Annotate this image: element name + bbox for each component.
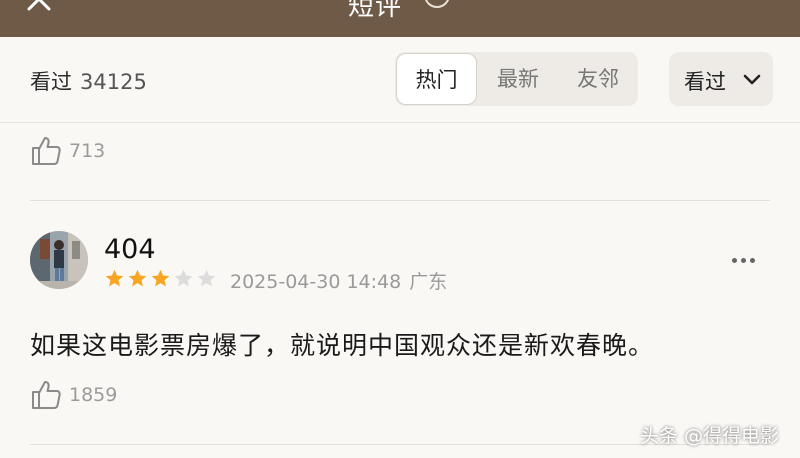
star-filled-icon [105, 269, 124, 287]
star-empty-icon [197, 269, 216, 287]
thumbs-up-icon [32, 381, 61, 409]
more-dot-icon [732, 258, 737, 263]
tab-friends[interactable]: 友邻 [563, 52, 633, 106]
more-dot-icon [750, 258, 755, 263]
comment-meta: 2025-04-30 14:48 广东 [230, 267, 447, 294]
star-empty-icon [174, 269, 193, 287]
rating-stars [104, 268, 219, 289]
like-button[interactable]: 713 [30, 134, 105, 167]
watched-label: 看过 [30, 70, 72, 94]
watched-number: 34125 [80, 70, 147, 94]
dropdown-label: 看过 [684, 70, 726, 94]
like-count: 713 [69, 139, 106, 162]
back-arrow-icon[interactable] [26, 0, 52, 12]
watched-count: 看过 34125 [30, 66, 147, 96]
thumbs-up-icon [32, 137, 61, 165]
watermark: 头条 @得得电影 [640, 425, 780, 447]
comment-text: 如果这电影票房爆了，就说明中国观众还是新欢春晚。 [30, 331, 655, 360]
like-button[interactable]: 1859 [30, 378, 117, 411]
like-count: 1859 [69, 383, 118, 406]
avatar[interactable] [30, 231, 88, 289]
tab-hot[interactable]: 热门 [396, 53, 477, 105]
tab-latest[interactable]: 最新 [483, 52, 553, 106]
more-dot-icon [741, 258, 746, 263]
star-filled-icon [151, 269, 170, 287]
avatar-image [30, 231, 88, 289]
sort-tabs: 热门 最新 友邻 [395, 52, 638, 106]
top-bar: 短评 [0, 0, 800, 37]
help-icon[interactable] [424, 0, 450, 8]
more-options-button[interactable] [732, 258, 759, 263]
username[interactable]: 404 [104, 234, 156, 265]
filter-bar: 看过 34125 热门 最新 友邻 看过 [0, 37, 800, 123]
star-filled-icon [128, 269, 147, 287]
divider [30, 200, 770, 201]
comment-date: 2025-04-30 14:48 [230, 271, 402, 293]
chevron-down-icon [743, 74, 761, 85]
comment-location: 广东 [409, 271, 448, 293]
watched-filter-dropdown[interactable]: 看过 [669, 52, 773, 106]
page-title: 短评 [348, 0, 403, 22]
